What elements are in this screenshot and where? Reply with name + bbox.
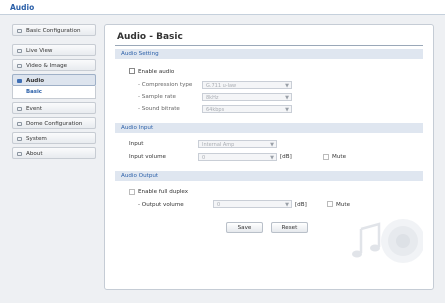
- select-value: G.711 u-law: [206, 83, 237, 89]
- input-mute-label: Mute: [332, 154, 347, 160]
- compression-type-label: - Compression type: [138, 81, 193, 88]
- folder-icon: [17, 63, 22, 68]
- input-label: Input: [129, 140, 144, 147]
- sample-rate-select[interactable]: 8kHz ▼: [202, 93, 292, 101]
- section-title: Audio Setting: [121, 51, 159, 57]
- input-mute-checkbox[interactable]: [323, 153, 329, 160]
- reset-button-label: Reset: [281, 225, 298, 231]
- sidebar-item-audio[interactable]: Audio: [12, 74, 96, 86]
- select-value: 0: [202, 155, 206, 161]
- sidebar-item-label: System: [26, 135, 47, 142]
- enable-audio-checkbox[interactable]: [129, 68, 135, 74]
- sidebar-item-label: Audio: [26, 77, 45, 84]
- sample-rate-label: - Sample rate: [138, 93, 176, 100]
- sidebar-item-dome-configuration[interactable]: Dome Configuration: [12, 117, 96, 129]
- sidebar-item-label: Video & Image: [26, 62, 68, 69]
- output-volume-unit: [dB]: [295, 201, 307, 208]
- enable-full-duplex-checkbox[interactable]: [129, 188, 135, 195]
- input-volume-unit: [dB]: [280, 154, 292, 160]
- input-source-select[interactable]: Internal Amp ▼: [198, 140, 277, 148]
- select-value: 0: [217, 202, 221, 208]
- sound-bitrate-label: - Sound bitrate: [138, 105, 180, 112]
- main-panel: Audio - Basic Audio Setting Enable audio…: [104, 24, 434, 290]
- sidebar-item-label: Event: [26, 105, 43, 112]
- title-divider: [115, 45, 423, 46]
- sidebar-item-live-view[interactable]: Live View: [12, 44, 96, 56]
- compression-type-select[interactable]: G.711 u-law ▼: [202, 81, 292, 89]
- section-header-audio-setting: Audio Setting: [115, 49, 423, 59]
- save-button[interactable]: Save: [226, 222, 263, 233]
- sidebar-item-event[interactable]: Event: [12, 102, 96, 114]
- output-mute-checkbox[interactable]: [327, 200, 333, 207]
- sidebar-item-about[interactable]: About: [12, 147, 96, 159]
- input-volume-select[interactable]: 0 ▼: [198, 153, 277, 161]
- reset-button[interactable]: Reset: [271, 222, 308, 233]
- speaker-music-icon: [352, 219, 423, 263]
- chevron-down-icon: ▼: [285, 202, 289, 208]
- section-header-audio-input: Audio Input: [115, 123, 423, 133]
- output-volume-select[interactable]: 0 ▼: [213, 200, 292, 208]
- folder-icon: [17, 151, 22, 156]
- folder-icon: [17, 136, 22, 141]
- save-button-label: Save: [237, 225, 252, 231]
- sidebar-subitem-label: Basic: [26, 89, 42, 95]
- select-value: 64kbps: [206, 107, 225, 113]
- section-title: Audio Input: [121, 125, 154, 131]
- enable-full-duplex-label: Enable full duplex: [138, 189, 189, 195]
- chevron-down-icon: ▼: [270, 142, 274, 148]
- sidebar-item-video-image[interactable]: Video & Image: [12, 59, 96, 71]
- folder-open-icon: [17, 78, 22, 83]
- folder-icon: [17, 48, 22, 53]
- chevron-down-icon: ▼: [285, 95, 289, 101]
- sidebar-item-basic-configuration[interactable]: Basic Configuration: [12, 24, 96, 36]
- section-header-audio-output: Audio Output: [115, 171, 423, 181]
- chevron-down-icon: ▼: [285, 107, 289, 113]
- chevron-down-icon: ▼: [285, 83, 289, 89]
- sidebar-item-system[interactable]: System: [12, 132, 96, 144]
- input-volume-label: Input volume: [129, 153, 166, 160]
- window-titlebar: Audio: [0, 0, 445, 15]
- enable-audio-label: Enable audio: [138, 68, 175, 75]
- sidebar-subitem-basic[interactable]: Basic: [12, 86, 96, 99]
- sidebar-item-label: Dome Configuration: [26, 120, 83, 127]
- folder-icon: [17, 106, 22, 111]
- window-title: Audio: [10, 3, 35, 12]
- select-value: Internal Amp: [202, 142, 235, 148]
- select-value: 8kHz: [206, 95, 219, 101]
- sound-bitrate-select[interactable]: 64kbps ▼: [202, 105, 292, 113]
- chevron-down-icon: ▼: [270, 155, 274, 161]
- page-title: Audio - Basic: [117, 32, 183, 42]
- sidebar-nav: Basic Configuration Live View Video & Im…: [12, 24, 96, 162]
- sidebar-item-label: Live View: [26, 47, 53, 54]
- folder-icon: [17, 28, 22, 33]
- sidebar-item-label: About: [26, 150, 43, 157]
- section-title: Audio Output: [121, 173, 159, 179]
- folder-icon: [17, 121, 22, 126]
- output-volume-label: - Output volume: [138, 201, 184, 208]
- sidebar-item-label: Basic Configuration: [26, 27, 81, 34]
